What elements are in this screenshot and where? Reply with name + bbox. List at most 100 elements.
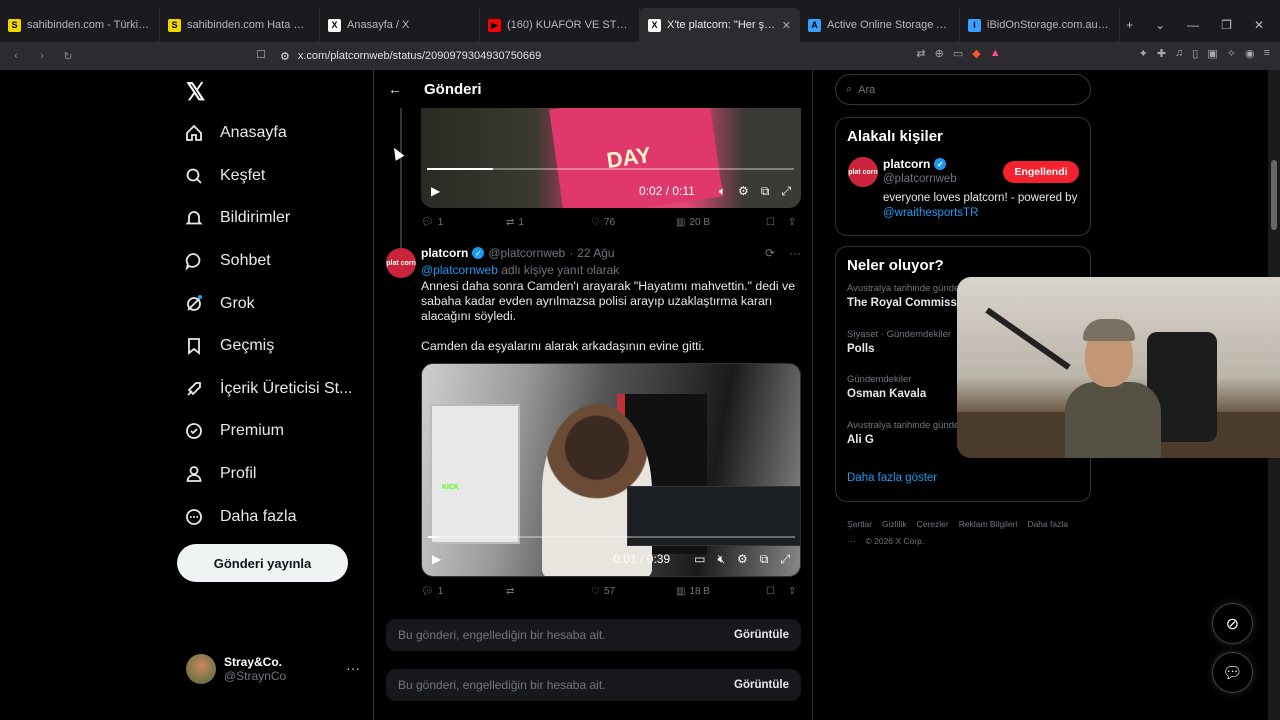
tweet-date[interactable]: 22 Ağu [577,246,614,260]
puzzle-icon[interactable]: ✚ [1157,47,1166,60]
cast-icon[interactable]: ▭ [953,47,963,60]
nav-item-1[interactable]: Keşfet [184,155,352,198]
avatar[interactable]: plat corn [848,157,878,187]
tweet-author-name[interactable]: platcorn [421,246,468,260]
nav-item-7[interactable]: Premium [184,410,352,453]
back-arrow-icon[interactable]: ← [388,81,402,97]
grok-explain-icon[interactable]: ⟳ [765,246,775,260]
video-progress-bar[interactable] [428,536,795,538]
captions-icon[interactable]: ▭ [694,552,705,566]
site-info-icon[interactable]: ⚙ [280,50,290,63]
x-logo-icon[interactable]: 𝕏 [186,78,205,107]
video-player[interactable]: KICK ▶ 0:01 / 0:39 ▭ 🔇︎ ⚙ ⧉ ⤢ [421,363,801,577]
settings-icon[interactable]: ⚙ [737,552,748,566]
like-button[interactable]: ♡ 57 [591,586,676,597]
account-switcher[interactable]: Stray&Co. @StraynCo ··· [186,654,360,684]
views-button[interactable]: ▥ 18 B [676,586,766,597]
browser-tab[interactable]: A Active Online Storage Auctions for [800,8,960,42]
bio-link[interactable]: @wraithesportsTR [883,207,978,219]
scrollbar-thumb[interactable] [1271,160,1277,230]
share-button[interactable]: ⇪ [788,586,796,597]
media-icon[interactable]: ♫ [1175,47,1183,60]
play-icon[interactable]: ▶ [431,184,440,198]
nav-item-5[interactable]: Geçmiş [184,325,352,368]
nav-item-9[interactable]: Daha fazla [184,495,352,538]
nav-item-6[interactable]: İçerik Üreticisi St... [184,368,352,411]
nav-item-8[interactable]: Profil [184,453,352,496]
related-user-name[interactable]: platcorn ✓ [883,157,947,171]
reply-handle-link[interactable]: @platcornweb [421,263,498,277]
translate-icon[interactable]: ⇄ [916,47,925,60]
repost-button[interactable]: ⇄ 1 [506,217,591,228]
grok-fab-button[interactable]: ⊘ [1212,603,1253,644]
zoom-icon[interactable]: ⊕ [935,47,944,60]
share-button[interactable]: ⇪ [788,217,796,228]
search-input[interactable]: ⌕ Ara [835,74,1091,105]
pip-icon[interactable]: ⧉ [761,184,770,199]
bookmark-button[interactable]: ☐ [766,217,788,228]
messages-fab-button[interactable]: 💬︎ [1212,652,1253,693]
vpn-icon[interactable]: ◉ [1245,47,1255,60]
footer-link[interactable]: Gizlilik [882,519,907,529]
show-more-link[interactable]: Daha fazla göster [836,462,1090,496]
more-icon[interactable]: ··· [789,246,801,260]
fullscreen-icon[interactable]: ⤢ [781,184,791,199]
rewards-icon[interactable]: ▲ [990,47,1001,60]
play-icon[interactable]: ▶ [432,552,441,566]
nav-item-0[interactable]: Anasayfa [184,112,352,155]
volume-icon[interactable]: 🔈︎ [719,184,726,199]
views-button[interactable]: ▥ 20 B [676,217,766,228]
nav-item-3[interactable]: Sohbet [184,240,352,283]
post-button[interactable]: Gönderi yayınla [177,544,348,582]
footer-link[interactable]: Şartlar [847,519,872,529]
reload-icon[interactable]: ↻ [58,50,78,63]
like-button[interactable]: ♡ 76 [591,217,676,228]
mute-icon[interactable]: 🔇︎ [717,552,725,567]
related-user-handle[interactable]: @platcornweb [883,173,957,185]
more-icon[interactable]: ··· [346,660,360,676]
browser-tab[interactable]: ▶ (160) KUAFÖR VE STRİPTİZCİ AİLENİ [480,8,640,42]
reply-button[interactable]: 💬︎ 1 [421,217,506,228]
fullscreen-icon[interactable]: ⤢ [780,552,790,567]
bookmark-button[interactable]: ☐ [766,586,788,597]
tweet-author-handle[interactable]: @platcornweb [488,246,565,260]
url-field[interactable]: ⚙ x.com/platcornweb/status/2090979304930… [280,45,1000,67]
browser-tab[interactable]: X Anasayfa / X [320,8,480,42]
video-progress-bar[interactable] [427,168,794,170]
nav-item-2[interactable]: Bildirimler [184,197,352,240]
ai-icon[interactable]: ✧ [1227,47,1236,60]
avatar[interactable]: plat corn [386,248,416,278]
minimize-icon[interactable]: — [1187,18,1199,32]
repost-button[interactable]: ⇄ [506,586,591,597]
menu-icon[interactable]: ≡ [1264,47,1270,60]
footer-link[interactable]: © 2026 X Corp. [866,536,925,546]
browser-tab[interactable]: X X'te platcorn: "Her şey, birkaç h ✕ [640,8,800,42]
nav-item-4[interactable]: Grok [184,282,352,325]
sidebar-icon[interactable]: ▯ [1192,47,1198,60]
footer-link[interactable]: Çerezler [917,519,949,529]
blocked-button[interactable]: Engellendi [1003,161,1079,183]
pip-icon[interactable]: ⧉ [760,552,769,567]
bookmark-page-icon[interactable]: ☐ [256,48,266,61]
maximize-icon[interactable]: ❐ [1221,18,1232,32]
close-tab-icon[interactable]: ✕ [782,19,791,32]
related-user[interactable]: plat corn platcorn ✓ @platcornweb Engelle… [836,151,1090,225]
view-button[interactable]: Görüntüle [734,679,789,691]
tab-search-icon[interactable]: ⌄ [1155,18,1165,32]
extension-icon[interactable]: ✦ [1139,47,1148,60]
wallet-icon[interactable]: ▣ [1207,47,1217,60]
nav-item-label: Anasayfa [220,124,287,142]
back-nav-icon[interactable]: ‹ [6,50,26,62]
forward-nav-icon[interactable]: › [32,50,52,62]
footer-link[interactable]: Reklam Bilgileri [959,519,1018,529]
browser-tab[interactable]: i iBidOnStorage.com.au - Auction - 1 [960,8,1120,42]
browser-tab[interactable]: Ssahibinden.com Hata Sayfası [160,8,320,42]
browser-tab[interactable]: Ssahibinden.com - Türkiye'nin Online [0,8,160,42]
new-tab-icon[interactable]: + [1126,18,1133,32]
brave-shield-icon[interactable]: ◆ [972,47,980,60]
close-window-icon[interactable]: ✕ [1254,18,1264,32]
reply-button[interactable]: 💬︎ 1 [421,586,506,597]
view-button[interactable]: Görüntüle [734,629,789,641]
settings-icon[interactable]: ⚙ [738,184,749,198]
video-player[interactable]: DAY ▶ 0:02 / 0:11 🔈︎ ⚙ ⧉ ⤢ [421,108,801,208]
